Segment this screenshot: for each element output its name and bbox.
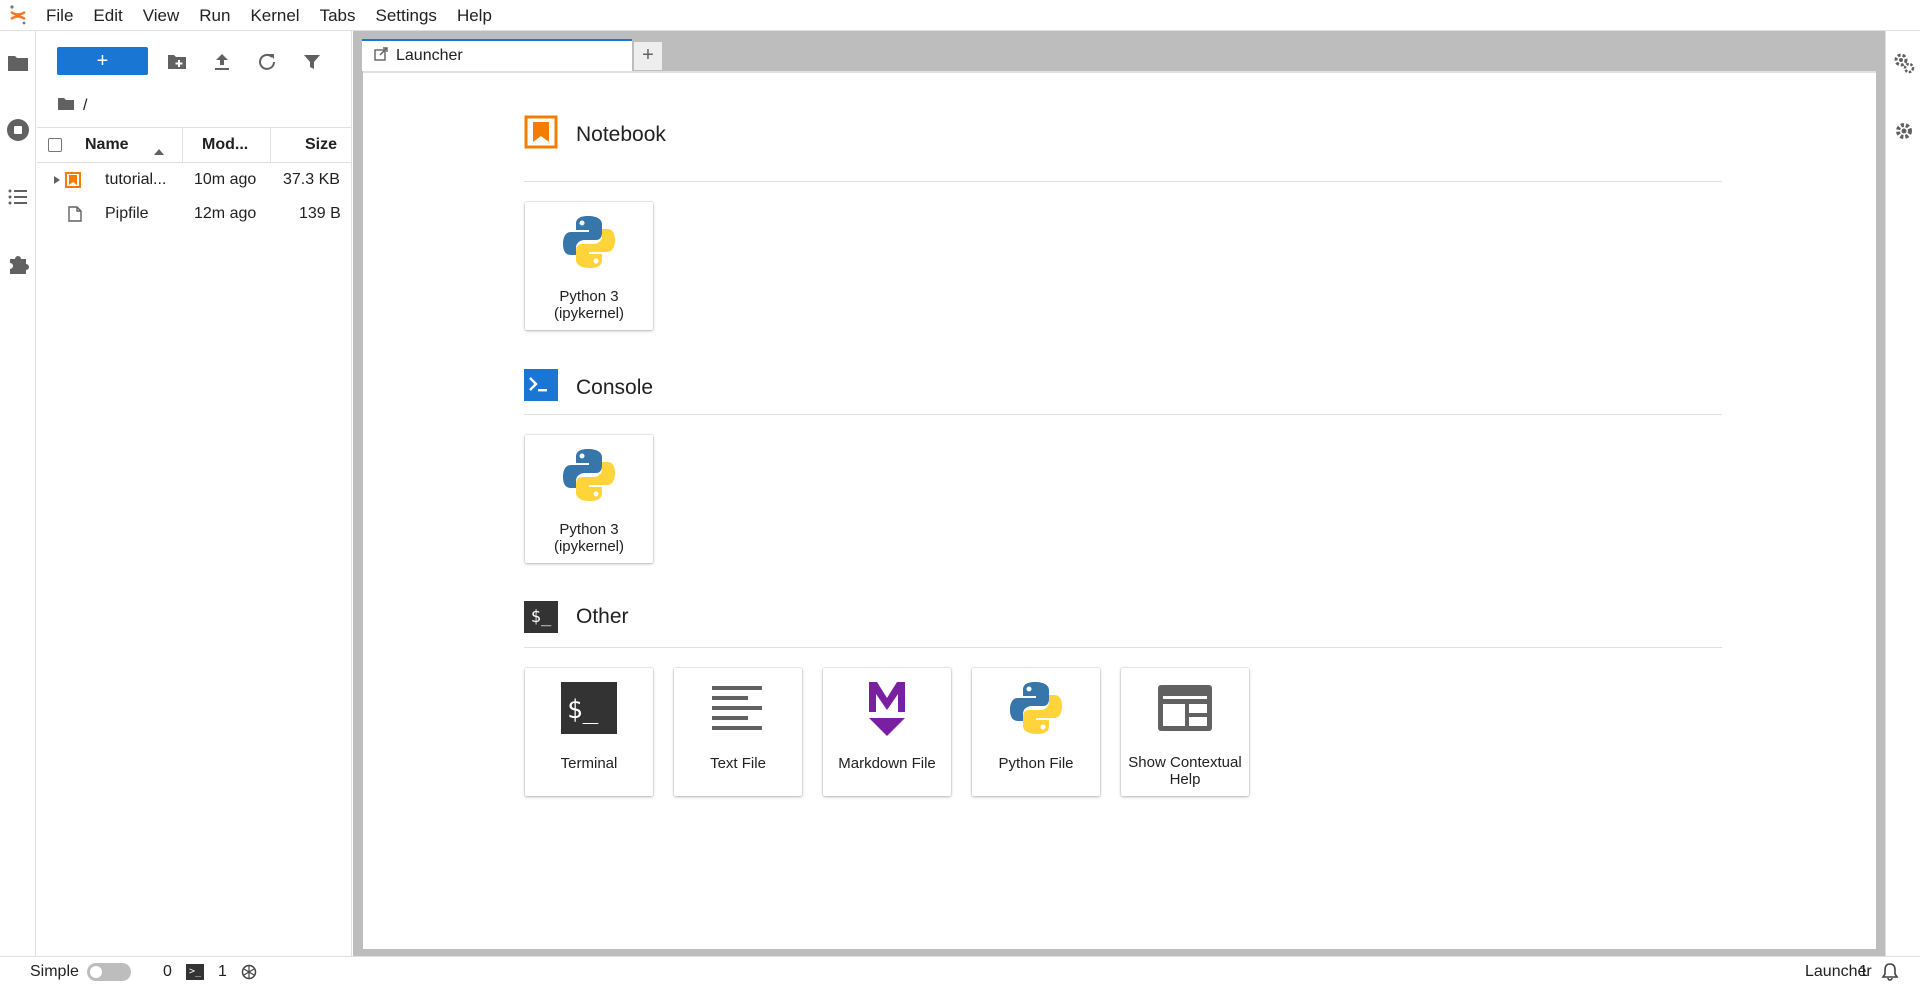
menu-bar: File Edit View Run Kernel Tabs Settings … (0, 0, 1920, 31)
breadcrumb: / (57, 95, 87, 117)
simple-mode-toggle[interactable] (87, 963, 131, 981)
folder-icon[interactable] (4, 49, 32, 77)
sort-ascending-icon[interactable] (154, 142, 164, 160)
launcher-card-notebook-python3[interactable]: Python 3 (ipykernel) (525, 202, 653, 330)
column-modified[interactable]: Mod... (202, 128, 248, 162)
tab-label: Launcher (396, 47, 463, 64)
file-name: tutorial... (105, 171, 167, 188)
section-console: Console (524, 369, 653, 407)
jupyter-logo-icon (0, 0, 36, 31)
left-activity-bar (0, 31, 36, 956)
right-activity-bar (1885, 31, 1920, 956)
kernel-status-icon[interactable] (241, 964, 257, 984)
terminals-count[interactable]: 1 (218, 957, 227, 985)
launcher-card-markdown-file[interactable]: Markdown File (823, 668, 951, 796)
simple-mode-label: Simple (30, 963, 79, 980)
section-divider (524, 414, 1722, 415)
running-sessions-icon[interactable] (4, 116, 32, 144)
card-label: Markdown File (838, 755, 936, 772)
section-other: $_ Other (524, 601, 629, 633)
file-icon (68, 197, 82, 235)
file-name: Pipfile (105, 205, 149, 222)
launcher-card-text-file[interactable]: Text File (674, 668, 802, 796)
debugger-gear-icon[interactable] (1892, 119, 1916, 143)
file-modified: 12m ago (194, 205, 257, 222)
menu-kernel[interactable]: Kernel (240, 0, 309, 31)
table-of-contents-icon[interactable] (4, 183, 32, 211)
launcher-card-terminal[interactable]: $_ Terminal (525, 668, 653, 796)
new-launcher-button[interactable]: + (57, 47, 148, 75)
menu-tabs[interactable]: Tabs (310, 0, 366, 31)
file-list-header: Name Mod... Size (37, 127, 352, 163)
launcher-card-console-python3[interactable]: Python 3 (ipykernel) (525, 435, 653, 563)
launcher-card-contextual-help[interactable]: Show Contextual Help (1121, 668, 1249, 796)
launcher-panel: Notebook Python 3 (ipykernel) Console Py… (363, 71, 1876, 949)
breadcrumb-folder-icon[interactable] (57, 97, 75, 116)
column-divider (270, 128, 271, 162)
card-label: Python File (998, 755, 1074, 772)
notifications-count[interactable]: 1 (1859, 957, 1868, 985)
file-modified: 10m ago (194, 171, 257, 188)
text-file-icon (708, 676, 768, 740)
launcher-card-python-file[interactable]: Python File (972, 668, 1100, 796)
file-size: 37.3 KB (283, 171, 340, 188)
extension-puzzle-icon[interactable] (4, 250, 32, 278)
file-browser-toolbar: + (37, 47, 352, 77)
menu-settings[interactable]: Settings (366, 0, 447, 31)
upload-icon[interactable] (211, 51, 233, 73)
menu-run[interactable]: Run (189, 0, 240, 31)
other-section-icon: $_ (524, 601, 558, 633)
console-section-icon (524, 369, 558, 407)
card-label: Python 3 (ipykernel) (553, 288, 625, 322)
property-inspector-gears-icon[interactable] (1892, 51, 1916, 75)
markdown-icon (857, 676, 917, 740)
file-size: 139 B (299, 205, 341, 222)
tab-launcher[interactable]: Launcher (362, 39, 632, 71)
column-name[interactable]: Name (85, 128, 129, 162)
bell-icon[interactable] (1881, 963, 1899, 985)
terminal-status-icon[interactable]: >_ (186, 964, 204, 980)
file-browser: + / Name Mod... Size tutorial... 10m ago… (37, 31, 352, 956)
expand-caret-icon[interactable] (54, 163, 60, 197)
document-tab-bar: Launcher + (353, 31, 1885, 71)
kernels-count[interactable]: 0 (163, 957, 172, 985)
column-divider (182, 128, 183, 162)
section-notebook: Notebook (524, 115, 666, 155)
section-divider (524, 647, 1722, 648)
menu-file[interactable]: File (36, 0, 83, 31)
card-label: Terminal (560, 755, 618, 772)
column-size[interactable]: Size (305, 128, 337, 162)
add-tab-button[interactable]: + (633, 41, 663, 71)
terminal-icon: $_ (559, 676, 619, 740)
section-divider (524, 181, 1722, 182)
launcher-tab-icon (374, 46, 388, 66)
menu-help[interactable]: Help (447, 0, 502, 31)
card-label: Python 3 (ipykernel) (553, 521, 625, 555)
card-label: Show Contextual Help (1128, 754, 1242, 788)
python-icon (1006, 676, 1066, 740)
section-title: Other (576, 605, 629, 628)
filter-icon[interactable] (301, 51, 323, 73)
menu-view[interactable]: View (133, 0, 190, 31)
svg-text:$_: $_ (567, 695, 599, 725)
refresh-icon[interactable] (256, 51, 278, 73)
python-icon (559, 443, 619, 507)
file-row[interactable]: tutorial... 10m ago 37.3 KB (37, 163, 352, 197)
section-title: Notebook (576, 123, 666, 146)
status-bar: Simple 0 >_ 1 Launcher 1 (0, 956, 1920, 985)
file-row[interactable]: Pipfile 12m ago 139 B (37, 197, 352, 231)
contextual-help-icon (1155, 676, 1215, 740)
menu-edit[interactable]: Edit (83, 0, 132, 31)
section-title: Console (576, 376, 654, 399)
new-folder-icon[interactable] (166, 51, 188, 73)
jupyterlab-app: File Edit View Run Kernel Tabs Settings … (0, 0, 1920, 985)
card-label: Text File (710, 755, 766, 772)
python-icon (559, 210, 619, 274)
notebook-section-icon (524, 115, 558, 155)
breadcrumb-path[interactable]: / (83, 97, 87, 115)
select-all-checkbox[interactable] (48, 138, 62, 152)
notebook-file-icon (65, 163, 81, 201)
